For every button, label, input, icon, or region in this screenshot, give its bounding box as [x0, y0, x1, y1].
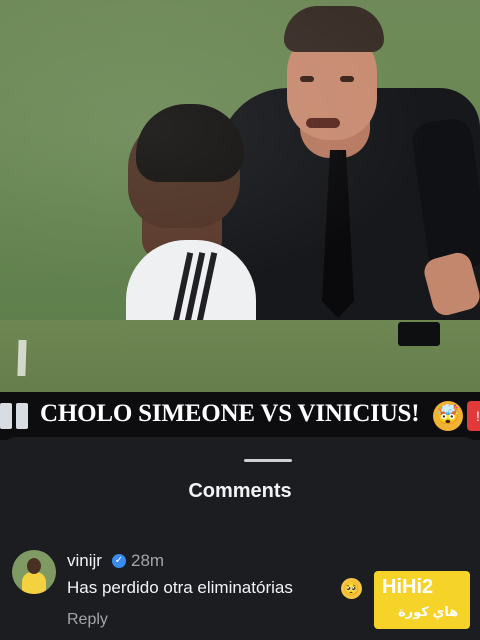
coach-eye — [300, 76, 314, 82]
exploding-head-icon: 🤯 — [433, 401, 463, 431]
coach-face — [287, 28, 377, 140]
comment-username[interactable]: vinijr — [67, 551, 102, 571]
coach-eye — [340, 76, 354, 82]
banner-edge — [16, 403, 28, 429]
verified-badge-icon: ✓ — [112, 554, 126, 568]
banner-edge — [0, 403, 12, 429]
alert-emoji-icon: ! — [467, 401, 480, 431]
coach-neck — [300, 118, 370, 158]
sheet-title: Comments — [188, 480, 292, 502]
avatar-head — [27, 558, 41, 574]
headline-text: CHOLO SIMEONE VS VINICIUS! — [40, 400, 420, 427]
video-frame[interactable] — [0, 0, 480, 320]
comment-timestamp: 28m — [131, 551, 165, 570]
watermark-logo-text: HiHi2 — [382, 576, 434, 598]
reply-button[interactable]: Reply — [67, 611, 108, 629]
coach-tie — [322, 150, 354, 318]
shirt-stripe — [172, 252, 194, 320]
comment-text: Has perdido otra eliminatórias — [67, 578, 293, 597]
player-neck — [142, 190, 222, 260]
avatar-shirt — [22, 572, 46, 594]
shirt-stripe — [196, 252, 218, 320]
sheet-drag-handle[interactable] — [244, 459, 292, 462]
avatar[interactable] — [12, 550, 56, 594]
player-head — [128, 118, 240, 228]
player-hair — [136, 104, 244, 182]
watermark-subtitle: هاي كورة — [398, 604, 459, 619]
coach-hair — [284, 6, 384, 52]
coach-hand — [421, 249, 480, 319]
pitch-object — [398, 322, 440, 346]
coach-mouth — [306, 118, 340, 128]
pitch-line — [17, 339, 27, 377]
coach-figure — [218, 88, 480, 320]
coach-arm — [409, 116, 480, 274]
shirt-stripe — [184, 252, 206, 320]
pleading-face-icon: 🥺 — [341, 578, 362, 599]
player-shirt — [126, 240, 256, 320]
